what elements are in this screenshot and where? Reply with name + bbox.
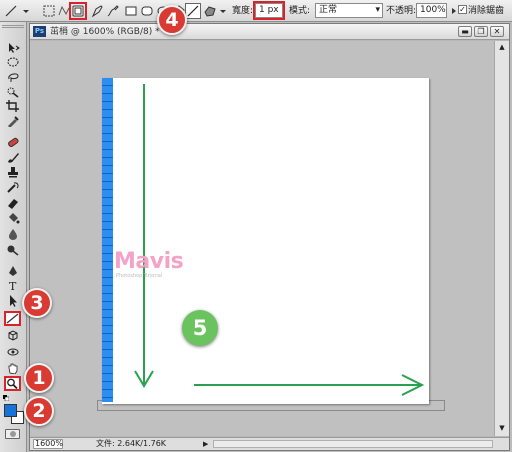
width-label: 寬度:: [232, 6, 254, 16]
shape-dropdown-icon[interactable]: [219, 4, 227, 18]
status-menu-icon[interactable]: ▶: [203, 439, 208, 449]
width-field[interactable]: 1 px: [253, 1, 285, 20]
mode-select-value: 正常: [319, 5, 338, 15]
line-shape-icon[interactable]: [185, 3, 201, 19]
healing-brush-tool-icon[interactable]: [4, 136, 21, 148]
zoom-tool-icon[interactable]: [4, 376, 21, 391]
scroll-down-icon[interactable]: ▼: [497, 424, 507, 434]
panel-grip[interactable]: [2, 25, 24, 28]
callout-4: 4: [157, 5, 187, 35]
canvas-workspace[interactable]: Mavis Photoshop Tutorial: [30, 41, 494, 436]
paths-mode-icon[interactable]: [57, 4, 71, 18]
marquee-tool-icon[interactable]: [4, 56, 21, 68]
quick-select-tool-icon[interactable]: [4, 86, 21, 98]
3d-rotate-tool-icon[interactable]: [4, 330, 21, 342]
custom-shape-icon[interactable]: [203, 4, 217, 18]
file-info: 文件: 2.64K/1.76K: [96, 439, 167, 448]
rounded-rectangle-icon[interactable]: [140, 4, 154, 18]
antialias-label: 消除鋸齒: [468, 6, 505, 16]
fill-pixels-icon[interactable]: [69, 2, 87, 20]
document-canvas[interactable]: [102, 78, 429, 404]
close-button[interactable]: ✕: [490, 26, 504, 37]
arrow-overlay: [134, 84, 425, 396]
pen-tool-icon[interactable]: [4, 265, 21, 277]
close-icon: ✕: [493, 26, 501, 36]
lasso-tool-icon[interactable]: [4, 71, 21, 83]
freeform-pen-icon[interactable]: [106, 4, 120, 18]
zoom-field[interactable]: 1600%: [33, 439, 63, 449]
callout-2: 2: [24, 396, 54, 426]
watermark: Mavis Photoshop Tutorial: [114, 249, 184, 280]
history-brush-tool-icon[interactable]: [4, 181, 21, 193]
document-title-bar[interactable]: Ps 茁梢 @ 1600% (RGB/8) * ▬ ❐ ✕: [30, 24, 509, 40]
opacity-dropdown-icon[interactable]: [448, 4, 456, 18]
quick-mask-icon[interactable]: [5, 429, 20, 439]
crop-tool-icon[interactable]: [4, 100, 21, 112]
opacity-label: 不透明:: [386, 6, 417, 16]
document-title: 茁梢 @ 1600% (RGB/8) *: [50, 27, 160, 37]
svg-text:T: T: [9, 280, 17, 292]
ps-document-icon: Ps: [33, 26, 46, 37]
callout-5: 5: [182, 310, 218, 346]
down-arrow: [134, 84, 154, 388]
watermark-title: Mavis: [114, 249, 184, 274]
line-tool-icon[interactable]: [4, 311, 21, 326]
options-bar: 寬度: 1 px 模式: 正常 ▾ 不透明: 100% ✓ 消除鋸齒: [0, 0, 512, 22]
path-select-tool-icon[interactable]: [4, 295, 21, 307]
hand-tool-icon[interactable]: [4, 362, 21, 374]
paint-bucket-tool-icon[interactable]: [4, 212, 21, 224]
clone-stamp-tool-icon[interactable]: [4, 166, 21, 178]
eraser-tool-icon[interactable]: [4, 197, 21, 209]
chevron-down-icon: ▾: [375, 5, 380, 15]
callout-3: 3: [22, 288, 52, 318]
pen-icon[interactable]: [90, 4, 104, 18]
foreground-color-swatch[interactable]: [4, 404, 17, 417]
minimize-icon: ▬: [461, 26, 469, 36]
eyedropper-tool-icon[interactable]: [4, 115, 21, 127]
type-tool-icon[interactable]: T: [4, 280, 21, 292]
callout-1: 1: [24, 363, 54, 393]
default-colors-icon[interactable]: [3, 394, 10, 402]
3d-orbit-tool-icon[interactable]: [4, 346, 21, 358]
blur-tool-icon[interactable]: [4, 228, 21, 240]
opacity-field[interactable]: 100%: [416, 3, 447, 18]
antialias-checkbox[interactable]: ✓: [458, 5, 467, 14]
minimize-button[interactable]: ▬: [458, 26, 472, 37]
dodge-tool-icon[interactable]: [4, 244, 21, 256]
restore-button[interactable]: ❐: [474, 26, 488, 37]
vertical-scrollbar[interactable]: ▲ ▼: [494, 41, 509, 436]
mode-select[interactable]: 正常 ▾: [315, 3, 383, 18]
shape-layers-icon[interactable]: [42, 4, 56, 18]
tools-panel: T: [0, 22, 27, 452]
rectangle-icon[interactable]: [124, 4, 138, 18]
brush-tool-icon[interactable]: [4, 151, 21, 163]
line-tool-preset-icon[interactable]: [4, 4, 18, 18]
move-tool-icon[interactable]: [4, 42, 21, 54]
right-arrow: [194, 374, 425, 396]
horizontal-scrollbar[interactable]: [213, 440, 493, 448]
preset-dropdown-icon[interactable]: [22, 4, 30, 18]
status-bar: 1600% 文件: 2.64K/1.76K ▶: [30, 437, 509, 450]
document-window: Ps 茁梢 @ 1600% (RGB/8) * ▬ ❐ ✕ Mavis Phot…: [29, 23, 510, 451]
restore-icon: ❐: [477, 26, 485, 36]
mode-label: 模式:: [289, 6, 311, 16]
scroll-up-icon[interactable]: ▲: [497, 43, 507, 53]
